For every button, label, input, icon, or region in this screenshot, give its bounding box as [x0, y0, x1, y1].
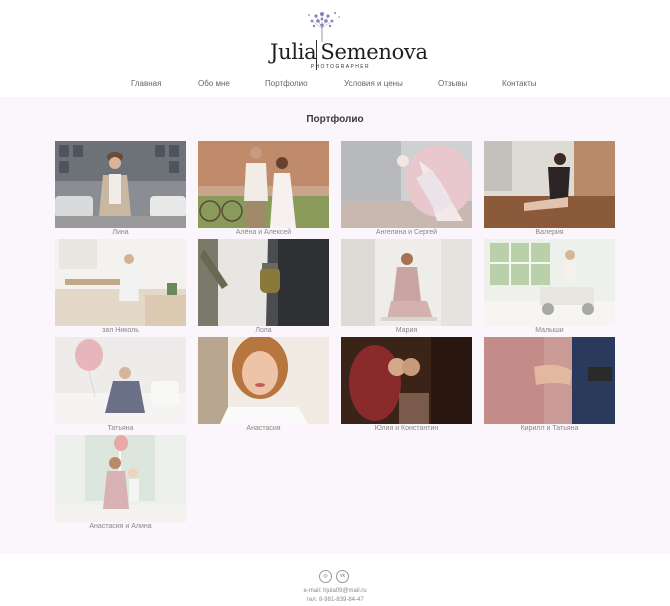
instagram-icon[interactable]: ◎	[319, 570, 332, 583]
gallery-caption: зал Николь	[102, 327, 139, 334]
gallery-caption: Кирилл и Татьяна	[520, 425, 579, 432]
brand-logo[interactable]: Julia Semenova PHOTOGRAPHER	[270, 8, 428, 70]
footer-phone[interactable]: тел. 8-981-839-84-47	[0, 597, 670, 603]
vk-icon[interactable]: vk	[336, 570, 349, 583]
gallery-caption: Малыши	[535, 327, 564, 334]
photo-street-portrait	[55, 141, 186, 228]
brand-subtitle: PHOTOGRAPHER	[310, 64, 370, 70]
nav-contacts[interactable]: Контакты	[502, 79, 537, 88]
footer-email[interactable]: e-mail: hjula09@mail.ru	[0, 588, 670, 594]
photo-hands-couple	[484, 337, 615, 424]
photo-woman-floor	[484, 141, 615, 228]
nav-home[interactable]: Главная	[131, 79, 161, 88]
nav-reviews[interactable]: Отзывы	[438, 79, 467, 88]
brand-first-name: Julia	[270, 40, 317, 64]
gallery-caption: Валерия	[535, 229, 564, 236]
photo-child-toy-car	[484, 239, 615, 326]
nav-pricing[interactable]: Условия и цены	[344, 79, 403, 88]
photo-studio-kitchen	[55, 239, 186, 326]
gallery-caption: Анастасия	[246, 425, 281, 432]
gallery-caption: Алёна и Алексей	[235, 229, 292, 236]
gallery-card-kirill-tatyana[interactable]: Кирилл и Татьяна	[484, 337, 615, 433]
site-footer: ◎ vk e-mail: hjula09@mail.ru тел. 8-981-…	[0, 554, 670, 606]
photo-couple-outdoor	[198, 141, 329, 228]
portfolio-gallery: Лина Алёна и Алексей Ангелина и Сергей В…	[55, 141, 615, 531]
photo-pregnancy-hands	[341, 141, 472, 228]
photo-woman-sitting	[341, 239, 472, 326]
gallery-caption: Мария	[395, 327, 418, 334]
photo-woman-bed-balloons	[55, 337, 186, 424]
gallery-card-mariya[interactable]: Мария	[341, 239, 472, 335]
dandelion-logo-icon	[308, 12, 340, 42]
gallery-caption: Юлия и Константин	[374, 425, 439, 432]
gallery-card-angelina-sergey[interactable]: Ангелина и Сергей	[341, 141, 472, 237]
gallery-card-yuliya-konstantin[interactable]: Юлия и Константин	[341, 337, 472, 433]
gallery-caption: Ангелина и Сергей	[375, 229, 438, 236]
photo-mother-daughter	[55, 435, 186, 522]
nav-about[interactable]: Обо мне	[198, 79, 230, 88]
page-title: Портфолио	[306, 114, 364, 125]
gallery-card-lola[interactable]: Лола	[198, 239, 329, 335]
photo-couple-kiss	[341, 337, 472, 424]
gallery-card-malyshi[interactable]: Малыши	[484, 239, 615, 335]
gallery-card-anastasiya[interactable]: Анастасия	[198, 337, 329, 433]
gallery-caption: Татьяна	[107, 425, 134, 432]
gallery-caption: Анастасия и Алина	[89, 523, 152, 530]
photo-woman-jar	[198, 239, 329, 326]
gallery-card-tatyana[interactable]: Татьяна	[55, 337, 186, 433]
nav-portfolio[interactable]: Портфолио	[265, 79, 308, 88]
main-navigation: Главная Обо мне Портфолио Условия и цены…	[0, 79, 670, 91]
gallery-card-alena-aleksey[interactable]: Алёна и Алексей	[198, 141, 329, 237]
gallery-card-lina[interactable]: Лина	[55, 141, 186, 237]
portfolio-section: Портфолио Лина Алёна и Алексей Ангелина …	[0, 97, 670, 554]
gallery-card-zal-nikol[interactable]: зал Николь	[55, 239, 186, 335]
gallery-caption: Лола	[255, 327, 272, 334]
site-header: Julia Semenova PHOTOGRAPHER Главная Обо м…	[0, 0, 670, 97]
photo-woman-closeup	[198, 337, 329, 424]
brand-name: Julia Semenova	[270, 40, 428, 64]
gallery-card-valeriya[interactable]: Валерия	[484, 141, 615, 237]
gallery-caption: Лина	[112, 229, 129, 236]
brand-last-name: Semenova	[320, 40, 428, 64]
gallery-card-anastasiya-alina[interactable]: Анастасия и Алина	[55, 435, 186, 531]
